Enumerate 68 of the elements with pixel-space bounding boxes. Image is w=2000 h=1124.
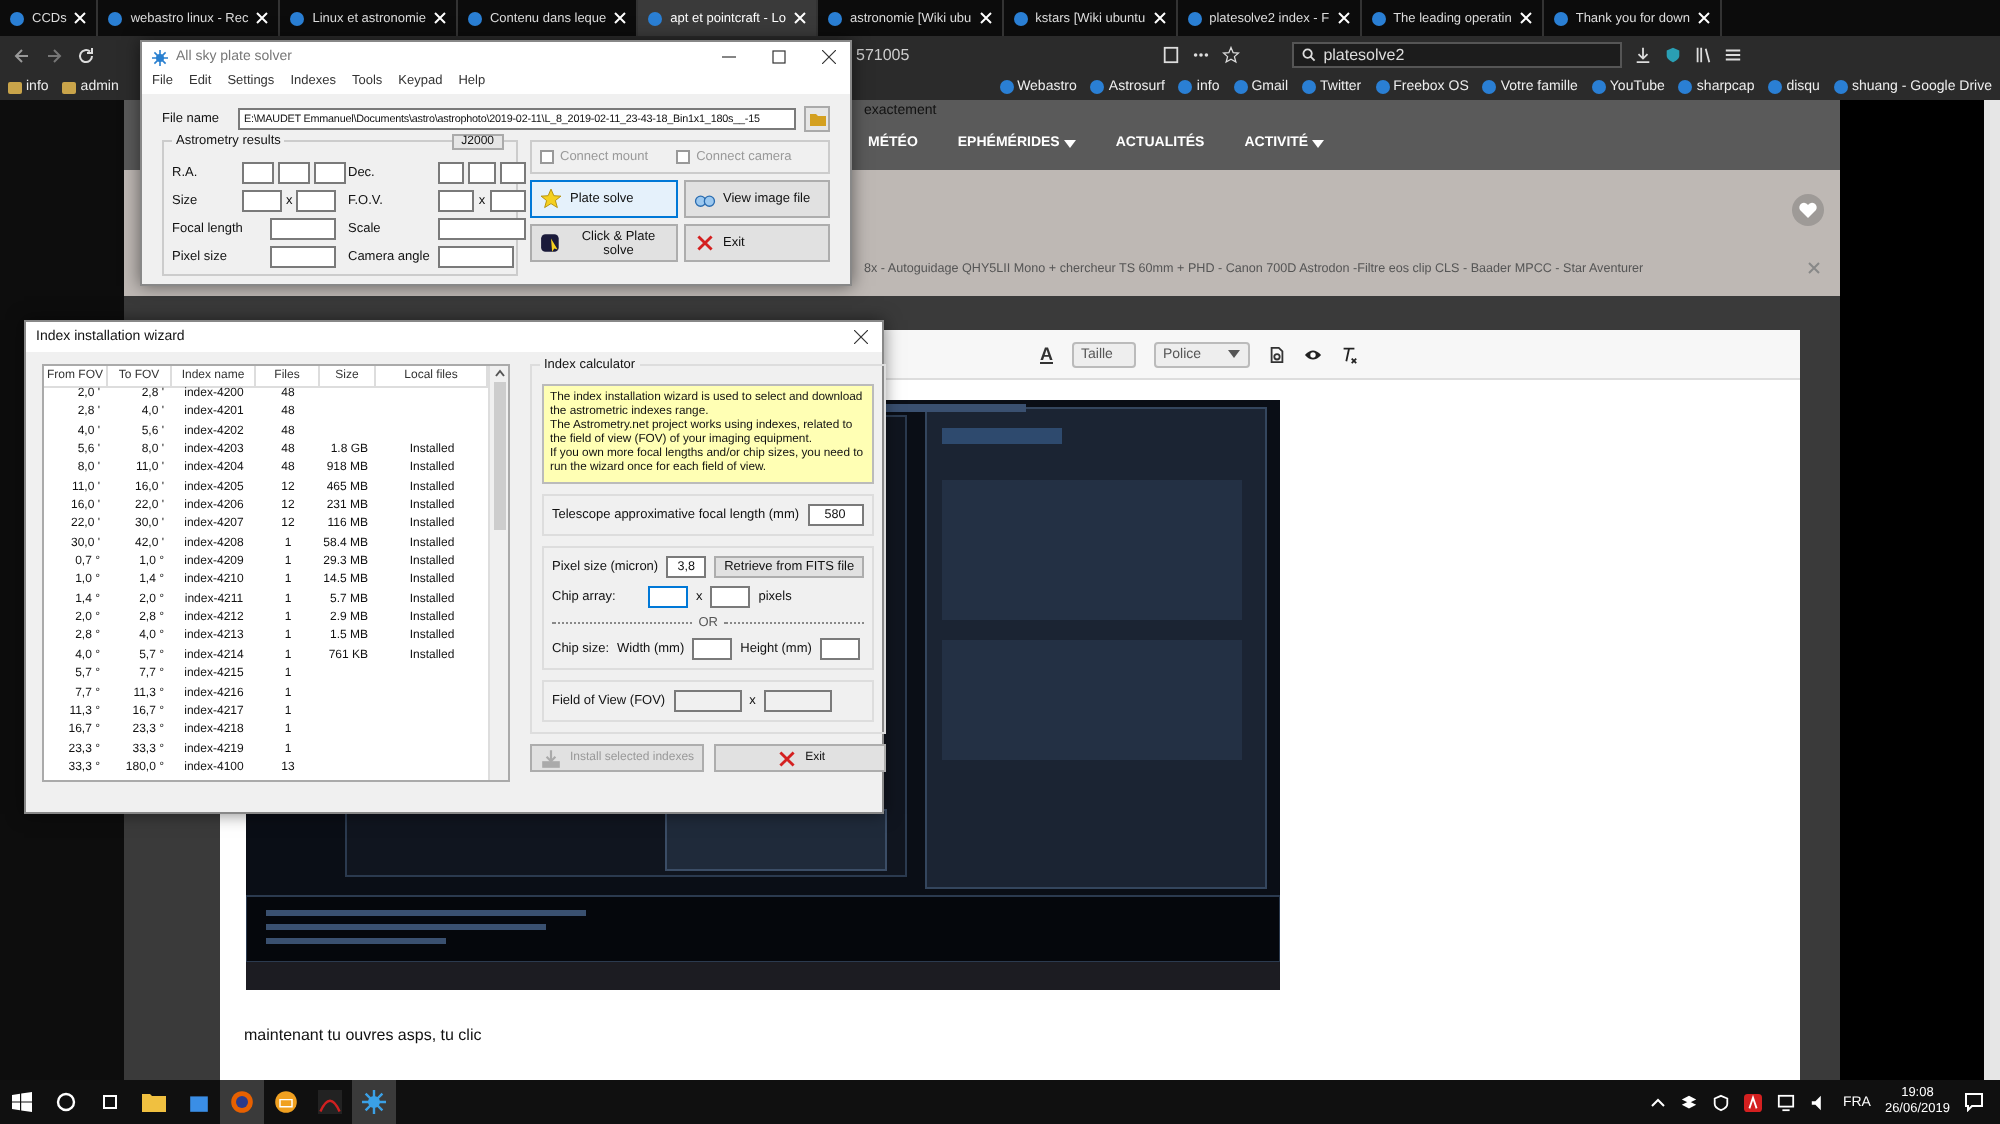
box-icon[interactable]: [1680, 1093, 1699, 1111]
input-field[interactable]: [278, 162, 310, 184]
close-icon: [693, 232, 715, 254]
mail-icon[interactable]: [274, 1090, 298, 1114]
search-field[interactable]: platesolve2: [1291, 42, 1622, 68]
browser-icon[interactable]: [230, 1090, 254, 1114]
fov-width-field[interactable]: [673, 690, 742, 712]
cursor-icon: [540, 232, 562, 254]
download-icon[interactable]: [1633, 46, 1652, 64]
star-icon: [540, 188, 562, 210]
folder-icon[interactable]: [142, 1092, 166, 1112]
fov-height-field[interactable]: [763, 690, 832, 712]
back-icon[interactable]: [12, 45, 32, 65]
scrollbar[interactable]: [488, 366, 508, 780]
search-icon: [1301, 48, 1316, 62]
shield-icon[interactable]: [1712, 1093, 1731, 1111]
address-field[interactable]: 571005: [856, 46, 910, 64]
gear-icon: [152, 49, 168, 65]
task-view-icon[interactable]: [100, 1092, 120, 1112]
preview-icon[interactable]: [1267, 345, 1285, 363]
forward-icon[interactable]: [44, 45, 64, 65]
scrollbar[interactable]: [1984, 100, 2000, 1080]
input-field[interactable]: [438, 218, 526, 240]
input-field[interactable]: [296, 190, 337, 212]
caret-icon: [1063, 139, 1076, 147]
input-field[interactable]: [438, 246, 514, 268]
notification-icon[interactable]: [1964, 1092, 1984, 1112]
library-icon[interactable]: [1693, 46, 1712, 64]
input-field[interactable]: [270, 218, 336, 240]
close-icon[interactable]: [822, 50, 836, 64]
store-icon[interactable]: [187, 1091, 209, 1113]
folder-icon: [809, 113, 825, 125]
text-color-button[interactable]: A: [1040, 344, 1053, 364]
antivirus-icon[interactable]: [1744, 1093, 1763, 1111]
menu-icon[interactable]: [1723, 46, 1742, 64]
close-icon: [775, 747, 798, 769]
input-field[interactable]: [468, 162, 496, 184]
search-icon[interactable]: [56, 1092, 76, 1112]
input-field[interactable]: [242, 162, 274, 184]
windows-start-icon[interactable]: [12, 1092, 32, 1112]
input-field[interactable]: [314, 162, 346, 184]
height-field[interactable]: [819, 638, 860, 660]
scroll-up-icon[interactable]: [493, 368, 505, 378]
post-text: maintenant tu ouvres asps, tu clic: [244, 1026, 484, 1044]
close-icon[interactable]: [854, 330, 868, 344]
eye-icon[interactable]: [1303, 345, 1321, 363]
width-field[interactable]: [692, 638, 733, 660]
input-field[interactable]: [438, 162, 465, 184]
minimize-icon[interactable]: [722, 50, 736, 64]
chip-width-field[interactable]: [648, 586, 688, 608]
chip-height-field[interactable]: [710, 586, 751, 608]
input-field[interactable]: [499, 162, 526, 184]
monitor-icon[interactable]: [1776, 1093, 1797, 1111]
clear-format-icon[interactable]: [1339, 345, 1357, 363]
input-field[interactable]: [242, 190, 282, 212]
caret-icon: [1227, 350, 1239, 358]
install-icon: [540, 747, 562, 769]
reader-icon[interactable]: [1161, 46, 1180, 64]
graph-app-icon[interactable]: [318, 1090, 342, 1114]
input-field[interactable]: [489, 190, 526, 212]
maximize-icon[interactable]: [772, 50, 786, 64]
input-field[interactable]: [270, 246, 336, 268]
input-field[interactable]: [438, 190, 475, 212]
gear-icon[interactable]: [362, 1090, 386, 1114]
caret-icon: [1312, 139, 1325, 147]
star-icon[interactable]: [1221, 46, 1240, 64]
chevron-up-icon[interactable]: [1650, 1096, 1667, 1108]
reload-icon[interactable]: [76, 45, 96, 65]
